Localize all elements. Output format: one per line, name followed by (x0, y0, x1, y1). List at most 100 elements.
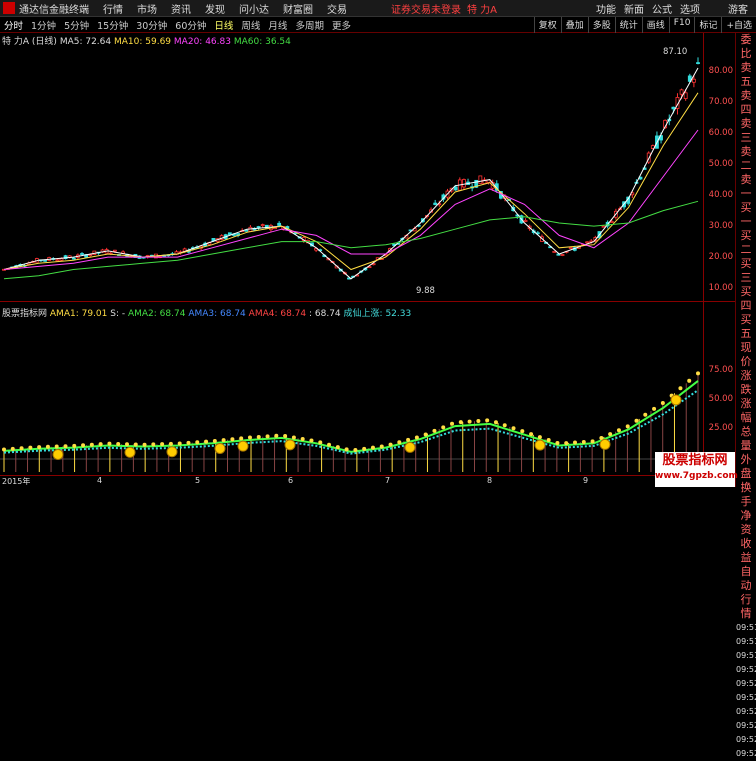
ama1-dot (291, 435, 296, 440)
ma-line-ma10 (3, 92, 699, 271)
menu-xuanxiang[interactable]: 选项 (680, 1, 700, 16)
ama1-dot (643, 412, 648, 417)
side-time: 09:52 (736, 721, 756, 730)
smiley-signal-icon (52, 448, 64, 460)
menu-youke[interactable]: 游客 (728, 1, 748, 16)
price-tick: 60.00 (708, 128, 733, 138)
login-warning[interactable]: 证券交易未登录 (391, 1, 461, 16)
candle-body (55, 259, 60, 262)
menu-jiaoyi[interactable]: 交易 (327, 1, 347, 16)
period-tab-bar: 分时 1分钟 5分钟 15分钟 30分钟 60分钟 日线 周线 月线 多周期 更… (0, 17, 756, 33)
ama1-dot (660, 400, 665, 405)
indicator-chart[interactable] (0, 317, 703, 475)
ama1-dot (81, 443, 86, 448)
side-time: 09:52 (736, 707, 756, 716)
candle-body (71, 257, 76, 260)
tab-weekly[interactable]: 周线 (237, 18, 264, 32)
tab-5min[interactable]: 5分钟 (60, 18, 93, 32)
ama1-dot (45, 444, 50, 449)
candle-body (552, 250, 557, 253)
tool-duogu[interactable]: 多股 (587, 17, 615, 33)
ama1-dot (564, 441, 569, 446)
ama1-dot (318, 440, 323, 445)
ama1-dot (116, 441, 121, 446)
tab-daily[interactable]: 日线 (210, 18, 237, 32)
menu-gongshi[interactable]: 公式 (652, 1, 672, 16)
price-chart[interactable]: 87.10 9.88 (0, 44, 703, 304)
ama1-dot (168, 441, 173, 446)
tool-tongji[interactable]: 统计 (614, 17, 642, 33)
tool-biaoji[interactable]: 标记 (694, 17, 721, 33)
side-label: 卖五 (740, 61, 752, 88)
tool-zixuan[interactable]: +自选 (721, 17, 756, 33)
tab-multi[interactable]: 多周期 (291, 18, 328, 32)
ama1-dot (142, 442, 147, 447)
tab-60min[interactable]: 60分钟 (171, 18, 210, 32)
stock-title: 特 力A (467, 4, 498, 16)
ama1-dot (537, 435, 542, 440)
candle-body (601, 225, 606, 228)
tab-15min[interactable]: 15分钟 (93, 18, 132, 32)
app-logo-icon (3, 2, 15, 14)
price-tick: 50.00 (708, 159, 733, 169)
watermark-title: 股票指标网 (662, 453, 728, 468)
ama1-dot (212, 438, 217, 443)
ama1-dot (652, 406, 657, 411)
menu-hangqing[interactable]: 行情 (103, 1, 123, 16)
tab-monthly[interactable]: 月线 (264, 18, 291, 32)
ama1-dot (370, 445, 375, 450)
price-tick: 20.00 (708, 252, 733, 262)
time-axis: 2015年 4 5 6 7 8 9 (0, 475, 703, 487)
ind-tick: 75.00 (708, 365, 733, 375)
ama1-dot (573, 440, 578, 445)
ama1-dot (54, 444, 59, 449)
side-label: 涨幅 (740, 397, 752, 424)
side-label: 卖二 (740, 145, 752, 172)
ama1-dot (247, 435, 252, 440)
tool-huaxian[interactable]: 画线 (641, 17, 669, 33)
side-time: 09:51 (736, 637, 756, 646)
smiley-signal-icon (670, 394, 682, 406)
menu-wenxiaoda[interactable]: 问小达 (239, 1, 269, 16)
candle-body (679, 89, 684, 95)
menu-xinmian[interactable]: 新面 (624, 1, 644, 16)
tab-30min[interactable]: 30分钟 (132, 18, 171, 32)
tool-f10[interactable]: F10 (668, 17, 695, 33)
quote-side-panel: 委比 卖五 卖四 卖三 卖二 卖一 买一 买二 买三 买四 买五 现价 涨跌 涨幅 总量 外盘 换手 净资 收益 自动… (735, 33, 756, 758)
ama1-dot (616, 428, 621, 433)
tool-fuquan[interactable]: 复权 (533, 17, 561, 33)
tool-diejia[interactable]: 叠加 (560, 17, 588, 33)
menu-zixun[interactable]: 资讯 (171, 1, 191, 16)
ama1-dot (89, 442, 94, 447)
ama1-dot (335, 445, 340, 450)
ama1-dot (274, 433, 279, 438)
menu-gongneng[interactable]: 功能 (596, 1, 616, 16)
price-high-label: 87.10 (663, 47, 687, 57)
ama1-dot (300, 436, 305, 441)
smiley-signal-icon (124, 446, 136, 458)
ama1-dot (98, 442, 103, 447)
tab-fenshi[interactable]: 分时 (0, 18, 27, 32)
ama1-dot (476, 418, 481, 423)
side-label: 卖一 (740, 173, 752, 200)
menu-shichang[interactable]: 市场 (137, 1, 157, 16)
side-label: 外盘 (740, 453, 752, 480)
tab-1min[interactable]: 1分钟 (27, 18, 60, 32)
price-tick: 80.00 (708, 66, 733, 76)
side-label: 净资 (740, 509, 752, 536)
smiley-signal-icon (214, 442, 226, 454)
side-time: 09:52 (736, 735, 756, 744)
ama1-dot (256, 434, 261, 439)
ama1-dot (520, 429, 525, 434)
smiley-signal-icon (284, 439, 296, 451)
menu-faxian[interactable]: 发现 (205, 1, 225, 16)
candle-body (560, 254, 565, 256)
x-tick: 9 (583, 476, 589, 485)
menu-caifuquan[interactable]: 财富圈 (283, 1, 313, 16)
ama1-dot (493, 420, 498, 425)
top-menu-bar: 通达信金融终端 行情 市场 资讯 发现 问小达 财富圈 交易 证券交易未登录 特… (0, 0, 756, 17)
ama1-dot (124, 442, 129, 447)
ama1-dot (327, 442, 332, 447)
tab-more[interactable]: 更多 (328, 18, 355, 32)
ama1-dot (423, 432, 428, 437)
